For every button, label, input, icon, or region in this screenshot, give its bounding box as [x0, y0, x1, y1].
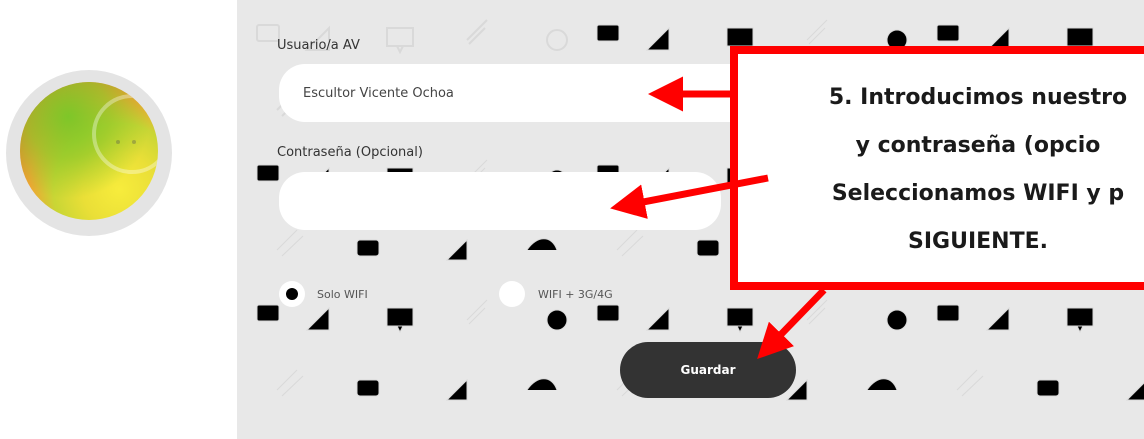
smiley-ball-logo-icon	[20, 82, 158, 220]
radio-label-wifi-3g-4g: WIFI + 3G/4G	[538, 288, 613, 301]
app-logo	[6, 70, 172, 236]
radio-wifi-3g-4g[interactable]	[499, 281, 525, 307]
radio-selected-dot	[286, 288, 298, 300]
password-field[interactable]	[279, 172, 721, 230]
radio-label-solo-wifi: Solo WIFI	[317, 288, 368, 301]
annotation-callout: 5. Introducimos nuestro y contraseña (op…	[730, 46, 1144, 290]
annotation-text: 5. Introducimos nuestro y contraseña (op…	[748, 74, 1144, 266]
annotation-line: Seleccionamos WIFI y p	[831, 181, 1125, 206]
save-button[interactable]: Guardar	[620, 342, 796, 398]
annotation-line: SIGUIENTE.	[908, 229, 1048, 254]
password-label: Contraseña (Opcional)	[277, 145, 423, 160]
annotation-line: y contraseña (opcio	[855, 133, 1101, 158]
username-label: Usuario/a AV	[277, 38, 360, 53]
radio-solo-wifi[interactable]	[279, 281, 305, 307]
annotation-line: 5. Introducimos nuestro	[828, 85, 1128, 110]
